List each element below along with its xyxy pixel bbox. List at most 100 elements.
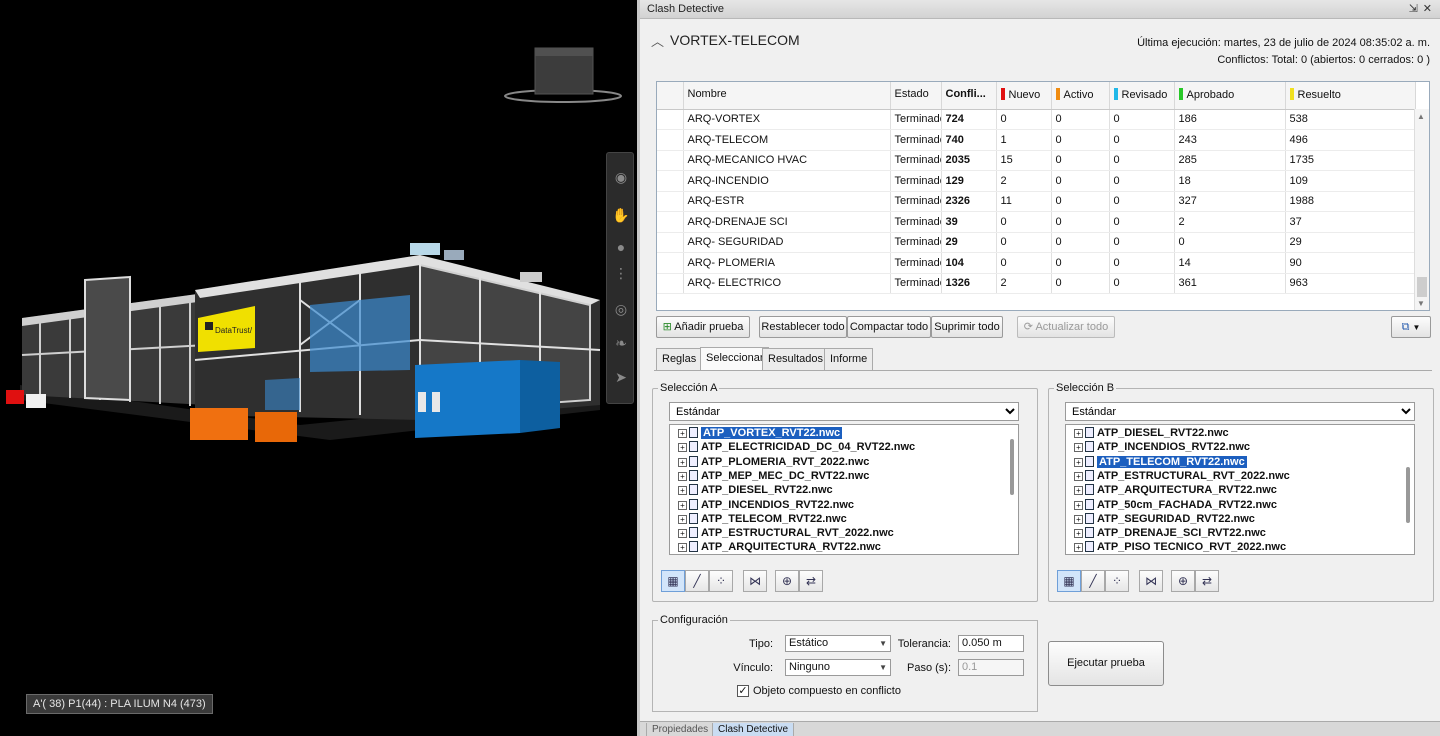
tree-item[interactable]: + ATP_DIESEL_RVT22.nwc (1074, 426, 1229, 440)
expand-icon[interactable]: + (1074, 471, 1083, 481)
grid-column-header[interactable]: Activo (1051, 82, 1110, 110)
tolerance-input[interactable]: 0.050 m (958, 635, 1024, 652)
tree-item[interactable]: + ATP_ARQUITECTURA_RVT22.nwc (1074, 483, 1277, 497)
3d-viewport[interactable]: DataTrust/ ◉ ✋ ● ⋮ ◎ ❧ ➤ A'( 38) P1(44) … (0, 0, 637, 736)
select-arrow-icon[interactable]: ➤ (611, 367, 631, 387)
tree-item[interactable]: + ATP_ARQUITECTURA_RVT22.nwc (678, 540, 881, 554)
add-test-button[interactable]: ⊞ Añadir prueba (656, 316, 750, 338)
grid-column-header[interactable]: Nuevo (996, 82, 1052, 110)
selection-b-mode-select[interactable]: Estándar (1065, 402, 1415, 421)
reset-all-button[interactable]: Restablecer todo (759, 316, 847, 338)
select-in-scene-icon[interactable]: ⇄ (799, 570, 823, 592)
tree-item[interactable]: + ATP_50cm_FACHADA_RVT22.nwc (1074, 498, 1277, 512)
grid-column-header[interactable]: Confli... (941, 82, 997, 110)
expand-icon[interactable]: + (1074, 457, 1083, 467)
expand-icon[interactable]: + (678, 543, 687, 553)
type-select[interactable]: Estático ▼ (785, 635, 891, 652)
table-row[interactable]: ARQ-TELECOM Terminado 740 1 0 0 243 496 (657, 129, 1416, 151)
grid-column-header[interactable]: Aprobado (1174, 82, 1286, 110)
grid-column-header[interactable]: Revisado (1109, 82, 1175, 110)
tree-item[interactable]: + ATP_PLOMERIA_RVT_2022.nwc (678, 455, 869, 469)
expand-icon[interactable]: + (1074, 443, 1083, 453)
tab-report[interactable]: Informe (824, 348, 874, 370)
tree-item[interactable]: + ATP_PISO TECNICO_RVT_2022.nwc (1074, 540, 1286, 554)
scroll-thumb[interactable] (1417, 277, 1427, 297)
table-row[interactable]: ARQ- SEGURIDAD Terminado 29 0 0 0 0 29 (657, 232, 1416, 253)
grid-column-header[interactable]: Nombre (683, 82, 891, 110)
expand-icon[interactable]: + (678, 529, 687, 539)
surfaces-icon[interactable]: ▦ (1057, 570, 1081, 592)
table-row[interactable]: ARQ-DRENAJE SCI Terminado 39 0 0 0 2 37 (657, 211, 1416, 233)
scroll-down-icon[interactable]: ▼ (1417, 299, 1425, 308)
selection-b-tree[interactable]: + ATP_DIESEL_RVT22.nwc + ATP_INCENDIOS_RVT2… (1065, 424, 1415, 555)
expand-icon[interactable]: + (678, 443, 687, 453)
table-row[interactable]: ARQ-INCENDIO Terminado 129 2 0 0 18 109 (657, 170, 1416, 192)
compact-all-button[interactable]: Compactar todo (847, 316, 931, 338)
expand-icon[interactable]: + (678, 457, 687, 467)
table-row[interactable]: ARQ-MECANICO HVAC Terminado 2035 15 0 0 285 173… (657, 150, 1416, 171)
orbit-icon[interactable]: ◎ (611, 299, 631, 319)
update-all-button[interactable]: ⟳ Actualizar todo (1017, 316, 1115, 338)
scroll-up-icon[interactable]: ▲ (1417, 112, 1425, 121)
chevron-up-icon[interactable]: ︿ (651, 31, 664, 50)
zoom-icon[interactable]: ● (611, 237, 631, 257)
tree-item[interactable]: + ATP_ESTRUCTURAL_RVT_2022.nwc (1074, 469, 1290, 483)
tree-item[interactable]: + ATP_SEGURIDAD_RVT22.nwc (1074, 512, 1255, 526)
tree-item[interactable]: + ATP_TELECOM_RVT22.nwc (678, 512, 847, 526)
expand-icon[interactable]: + (1074, 529, 1083, 539)
tree-item[interactable]: + ATP_INCENDIOS_RVT22.nwc (678, 498, 854, 512)
self-intersect-icon[interactable]: ⋈ (1139, 570, 1163, 592)
tree-item[interactable]: + ATP_DIESEL_RVT22.nwc (678, 483, 833, 497)
tab-clash-detective[interactable]: Clash Detective (712, 723, 795, 736)
expand-icon[interactable]: + (1074, 543, 1083, 553)
tab-properties[interactable]: Propiedades (646, 723, 715, 736)
tree-item[interactable]: + ATP_ESTRUCTURAL_RVT_2022.nwc (678, 526, 894, 540)
expand-icon[interactable]: + (678, 429, 687, 438)
tree-item[interactable]: + ATP_VORTEX_RVT22.nwc (678, 426, 843, 440)
table-row[interactable]: ARQ- PLOMERIA Terminado 104 0 0 0 14 90 (657, 252, 1416, 274)
tab-results[interactable]: Resultados (762, 348, 830, 370)
table-row[interactable]: ARQ-ESTR Terminado 2326 11 0 0 327 1988 (657, 191, 1416, 212)
expand-icon[interactable]: + (1074, 514, 1083, 524)
use-current-selection-icon[interactable]: ⊕ (1171, 570, 1195, 592)
use-current-selection-icon[interactable]: ⊕ (775, 570, 799, 592)
points-icon[interactable]: ⁘ (1105, 570, 1129, 592)
grid-scrollbar[interactable]: ▲ ▼ (1414, 109, 1429, 310)
pan-hand-icon[interactable]: ✋ (611, 205, 631, 225)
pin-icon[interactable]: ⇲ (1409, 2, 1418, 15)
zoom-window-icon[interactable]: ⋮ (611, 263, 631, 283)
expand-icon[interactable]: + (1074, 429, 1083, 438)
lines-icon[interactable]: ╱ (685, 570, 709, 592)
expand-icon[interactable]: + (678, 471, 687, 481)
grid-column-header[interactable]: Resuelto (1285, 82, 1416, 110)
selection-a-tree[interactable]: + ATP_VORTEX_RVT22.nwc + ATP_ELECTRICIDAD_D… (669, 424, 1019, 555)
selection-a-mode-select[interactable]: Estándar (669, 402, 1019, 421)
points-icon[interactable]: ⁘ (709, 570, 733, 592)
close-icon[interactable]: ✕ (1423, 2, 1432, 15)
tab-select[interactable]: Seleccionar (700, 347, 770, 370)
tree-item[interactable]: + ATP_INCENDIOS_RVT22.nwc (1074, 440, 1250, 454)
expand-icon[interactable]: + (678, 500, 687, 510)
tree-b-scroll-thumb[interactable] (1406, 467, 1410, 523)
view-cube[interactable] (503, 44, 623, 104)
look-icon[interactable]: ❧ (611, 333, 631, 353)
tree-item[interactable]: + ATP_DRENAJE_SCI_RVT22.nwc (1074, 526, 1266, 540)
tab-rules[interactable]: Reglas (656, 348, 703, 370)
tree-item[interactable]: + ATP_MEP_MEC_DC_RVT22.nwc (678, 469, 869, 483)
table-row[interactable]: ARQ- ELECTRICO Terminado 1326 2 0 0 361 963 (657, 273, 1416, 294)
select-in-scene-icon[interactable]: ⇄ (1195, 570, 1219, 592)
run-test-button[interactable]: Ejecutar prueba (1048, 641, 1164, 686)
lines-icon[interactable]: ╱ (1081, 570, 1105, 592)
surfaces-icon[interactable]: ▦ (661, 570, 685, 592)
tree-a-scroll-thumb[interactable] (1010, 439, 1014, 495)
expand-icon[interactable]: + (1074, 486, 1083, 496)
grid-column-header[interactable]: Estado (890, 82, 942, 110)
link-select[interactable]: Ninguno ▼ (785, 659, 891, 676)
tree-item[interactable]: + ATP_ELECTRICIDAD_DC_04_RVT22.nwc (678, 440, 915, 454)
tree-item[interactable]: + ATP_TELECOM_RVT22.nwc (1074, 455, 1247, 469)
expand-icon[interactable]: + (678, 514, 687, 524)
table-row[interactable]: ARQ-VORTEX Terminado 724 0 0 0 186 538 (657, 109, 1416, 130)
export-dropdown-button[interactable]: ⧉ ▼ (1391, 316, 1431, 338)
expand-icon[interactable]: + (1074, 500, 1083, 510)
steering-wheel-icon[interactable]: ◉ (611, 167, 631, 187)
